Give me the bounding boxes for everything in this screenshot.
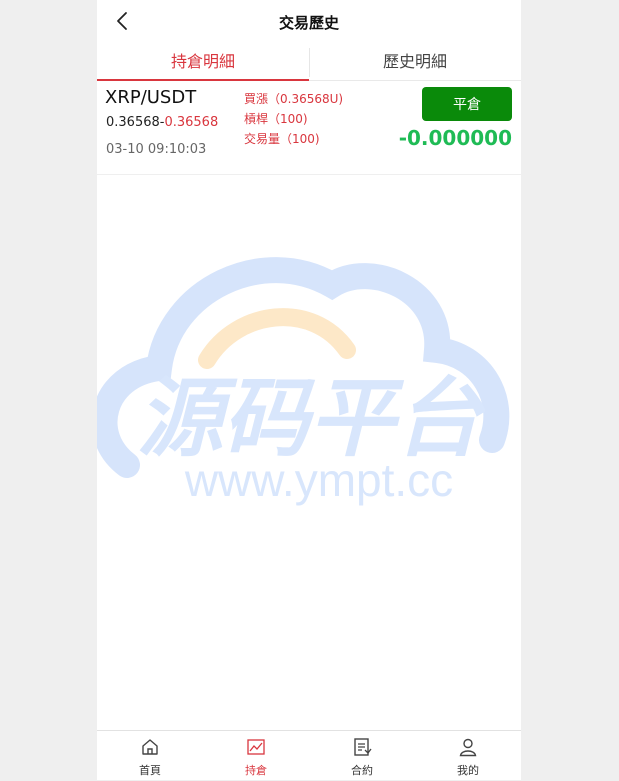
nav-home[interactable]: 首頁 [97, 731, 203, 781]
watermark-text: 源码平台 [137, 371, 486, 467]
tab-history[interactable]: 歷史明細 [309, 44, 521, 81]
nav-contract[interactable]: 合約 [309, 731, 415, 781]
nav-profile-label: 我的 [457, 764, 479, 777]
watermark-cloud-icon: 源码平台 www.ympt.cc [91, 257, 510, 506]
header: 交易歷史 [97, 0, 521, 44]
nav-profile[interactable]: 我的 [415, 731, 521, 781]
home-icon [140, 737, 160, 757]
watermark-url: www.ympt.cc [184, 454, 453, 506]
position-time: 03-10 09:10:03 [106, 142, 207, 157]
current-price: 0.36568 [164, 115, 219, 130]
position-leverage: 槓桿（100) [244, 112, 308, 126]
bottom-nav: 首頁 持倉 合約 我的 [97, 730, 521, 780]
page-title: 交易歷史 [278, 14, 339, 32]
position-card: XRP/USDT 0.36568-0.36568 03-10 09:10:03 … [97, 81, 521, 175]
chart-icon [246, 737, 266, 757]
contract-icon [352, 737, 372, 757]
user-icon [458, 737, 478, 757]
nav-home-label: 首頁 [139, 764, 161, 777]
nav-contract-label: 合約 [351, 764, 373, 777]
position-pnl: -0.000000 [398, 126, 512, 150]
nav-positions[interactable]: 持倉 [203, 731, 309, 781]
app-frame: 交易歷史 持倉明細 歷史明細 XRP/USDT 0.36568-0.36568 … [91, 0, 521, 780]
position-symbol: XRP/USDT [105, 87, 197, 108]
open-price: 0.36568 [106, 115, 160, 130]
price-line: 0.36568-0.36568 [106, 115, 218, 130]
tab-positions[interactable]: 持倉明細 [97, 44, 309, 81]
close-position-button[interactable]: 平倉 [422, 87, 512, 121]
tab-bar: 持倉明細 歷史明細 [97, 44, 521, 81]
position-direction: 買漲（0.36568U) [244, 92, 344, 106]
nav-positions-label: 持倉 [245, 764, 267, 777]
watermark: 源码平台 www.ympt.cc [91, 250, 521, 520]
position-volume: 交易量（100) [244, 132, 320, 146]
